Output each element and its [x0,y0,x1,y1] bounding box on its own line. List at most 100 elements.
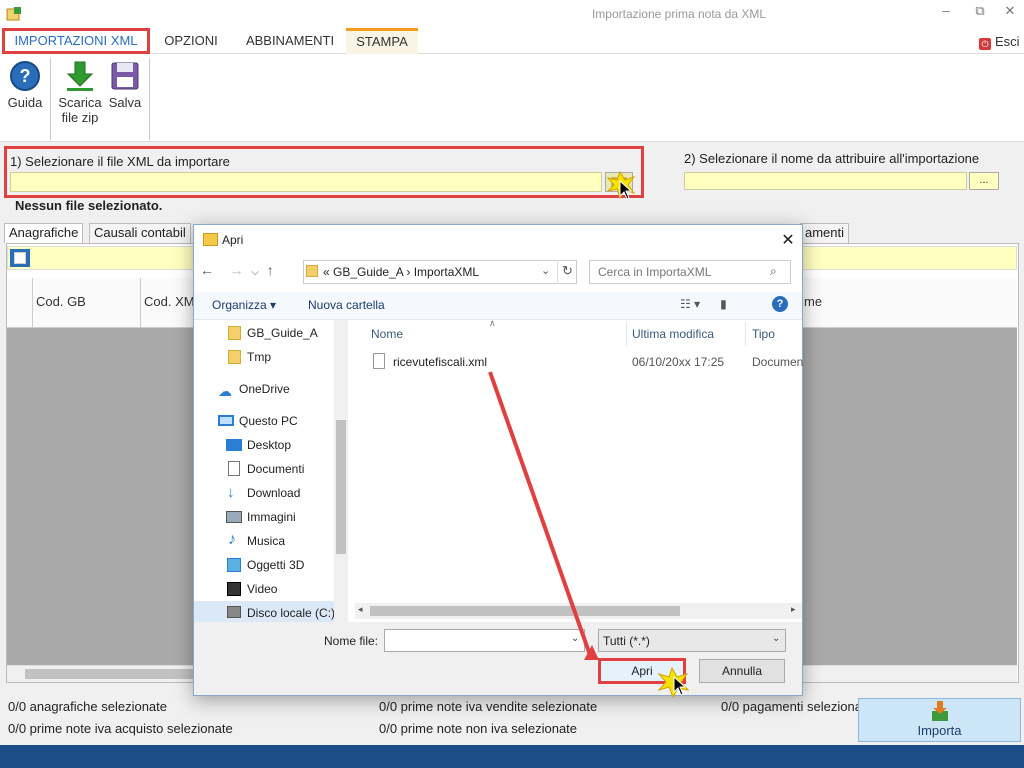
refresh-icon[interactable]: ↻ [557,260,577,284]
cancel-button[interactable]: Annulla [699,659,785,683]
tab-opzioni[interactable]: OPZIONI [155,28,227,54]
column-header-cod-gb[interactable]: Cod. GB [36,294,86,309]
documents-icon [228,461,240,476]
music-icon: ♪ [228,531,236,548]
address-dropdown-icon[interactable]: ⌄ [541,264,550,277]
tab-abbinamenti[interactable]: ABBINAMENTI [238,28,342,54]
column-separator [32,278,33,328]
pictures-icon [226,511,242,523]
forward-arrow-icon[interactable]: → [230,262,244,278]
checkbox-box [14,252,26,264]
tab-anagrafiche[interactable]: Anagrafiche [4,223,84,243]
status-non-iva: 0/0 prime note non iva selezionate [379,721,578,736]
ribbon-tab-bar [0,28,1024,54]
nav-item-onedrive[interactable]: OneDrive [239,382,290,396]
exit-button[interactable]: ⏻ Esci [979,34,1020,50]
nav-item-musica[interactable]: Musica [247,534,285,548]
file-list-scroll-thumb[interactable] [370,606,680,616]
browse-xml-button[interactable] [605,172,633,192]
open-button[interactable]: Apri [598,658,686,684]
3d-objects-icon [227,558,241,572]
scroll-left-icon[interactable]: ◂ [358,604,363,615]
cloud-icon: ☁ [218,383,232,399]
file-type-selected: Tutti (*.*) [603,634,650,648]
up-arrow-icon[interactable]: ↑ [267,262,274,278]
step2-label: 2) Selezionare il nome da attribuire all… [684,151,980,166]
file-type-dropdown-icon[interactable]: ⌄ [772,633,780,644]
nav-item-documenti[interactable]: Documenti [247,462,304,476]
salva-label: Salva [108,95,142,110]
computer-icon [218,415,234,426]
nav-scroll-thumb[interactable] [336,420,346,554]
xml-file-icon [373,353,385,369]
nav-item-questo-pc[interactable]: Questo PC [239,414,298,428]
nav-item-video[interactable]: Video [247,582,277,596]
file-column-ultima-modifica[interactable]: Ultima modifica [632,327,714,341]
nuova-cartella-button[interactable]: Nuova cartella [308,298,385,312]
recent-dropdown-icon[interactable]: ⌵ [251,267,259,278]
import-icon [931,701,948,721]
floppy-disk-icon [111,62,139,90]
nav-item-desktop[interactable]: Desktop [247,438,291,452]
nav-item-gb-guide-a[interactable]: GB_Guide_A [247,326,318,340]
file-column-tipo[interactable]: Tipo [752,327,775,341]
svg-text:?: ? [20,66,31,86]
nav-item-tmp[interactable]: Tmp [247,350,271,364]
help-icon[interactable]: ? [772,296,788,312]
import-name-input[interactable] [684,172,967,190]
importa-label: Importa [917,723,962,738]
restore-icon[interactable]: ⧉ [970,3,990,19]
file-row-modified: 06/10/20xx 17:25 [632,355,725,369]
dialog-nav-buttons: ← → ⌵ ↑ [200,262,274,278]
sort-ascending-icon: ∧ [489,318,496,328]
scarica-label-line2: file zip [61,110,99,125]
help-circle-icon: ? [10,61,40,91]
column-separator [745,322,746,346]
filename-input[interactable] [384,629,585,652]
dialog-title: Apri [222,233,244,247]
tab-stampa[interactable]: STAMPA [346,28,418,54]
dialog-close-icon[interactable]: ✕ [778,230,798,250]
guida-button[interactable]: ? Guida [6,60,44,110]
filename-dropdown-icon[interactable]: ⌄ [571,633,579,644]
back-arrow-icon[interactable]: ← [200,262,214,278]
filename-label: Nome file: [324,634,379,648]
search-placeholder: Cerca in ImportaXML [598,265,712,279]
column-header-cod-xml[interactable]: Cod. XM [144,294,195,309]
nav-item-disco-locale[interactable]: Disco locale (C:) [247,606,335,620]
desktop-icon [226,439,242,451]
toolbar-separator [50,58,51,140]
column-header-nome[interactable]: me [804,294,822,309]
close-window-icon[interactable]: ✕ [1000,3,1020,19]
search-icon[interactable]: ⌕ [770,264,777,279]
scroll-right-icon[interactable]: ▸ [791,604,796,615]
address-path[interactable]: « GB_Guide_A › ImportaXML [323,265,479,279]
tab-causali-contabili[interactable]: Causali contabil [89,223,191,243]
folder-icon [228,326,241,340]
folder-open-icon [611,177,627,188]
nav-item-immagini[interactable]: Immagini [247,510,296,524]
nav-item-oggetti-3d[interactable]: Oggetti 3D [247,558,304,572]
scarica-file-zip-button[interactable]: Scarica file zip [56,60,104,125]
file-row-name[interactable]: ricevutefiscali.xml [393,355,487,369]
file-column-nome[interactable]: Nome [371,327,403,341]
tab-importazioni-xml[interactable]: IMPORTAZIONI XML [2,28,150,54]
power-icon: ⏻ [979,38,991,50]
importa-button[interactable]: Importa [858,698,1021,742]
file-row-type: Documen [752,355,804,369]
select-all-checkbox[interactable] [10,249,30,267]
guida-label: Guida [7,95,43,110]
view-options-icon[interactable]: ☷ ▾ ▮ [680,297,727,311]
xml-file-path-input[interactable] [10,172,602,192]
dialog-app-icon [203,233,218,246]
tab-pagamenti[interactable]: amenti [800,223,850,243]
import-name-browse-button[interactable]: ... [969,172,999,190]
organizza-menu[interactable]: Organizza ▾ [212,298,276,312]
toolbar [0,54,1024,142]
folder-icon [228,350,241,364]
grid-scroll-thumb[interactable] [25,669,200,679]
nav-item-download[interactable]: Download [247,486,300,500]
minimize-icon[interactable]: – [936,3,956,18]
column-separator [140,278,141,328]
salva-button[interactable]: Salva [106,60,144,110]
